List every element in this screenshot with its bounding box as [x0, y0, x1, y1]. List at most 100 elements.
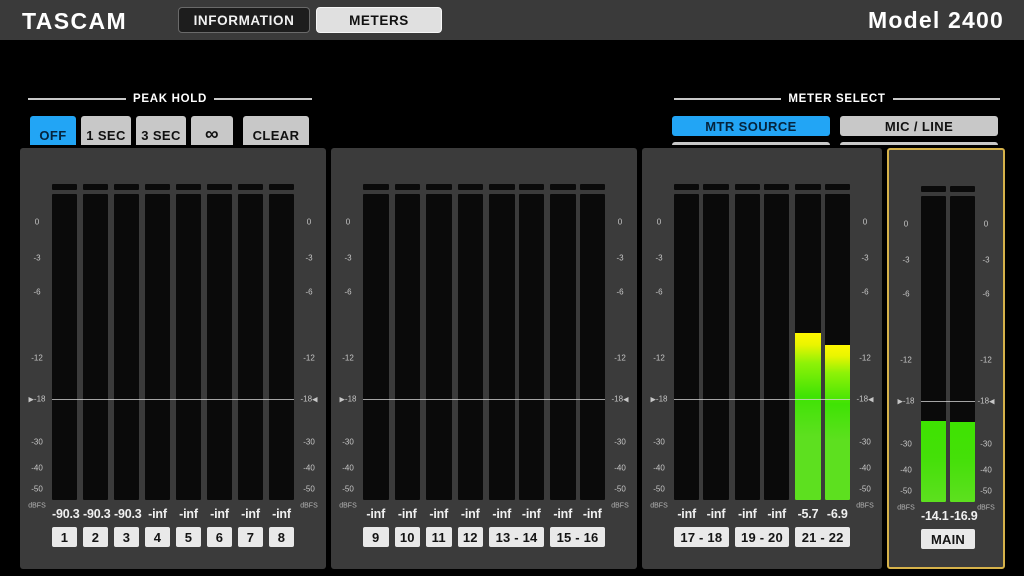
scale-tick-neg3: -3: [644, 254, 674, 263]
meter-value: -inf: [395, 507, 421, 521]
channel-button-4[interactable]: 4: [145, 527, 170, 547]
meter-over-segment: [207, 184, 232, 190]
meter-channel: [395, 184, 421, 500]
scale-tick-neg12: -12: [605, 353, 635, 362]
meter-over-segment: [519, 184, 545, 190]
scale-tick-neg18: -18◀: [971, 397, 1001, 406]
meter-over-segment: [674, 184, 699, 190]
scale-tick-0: 0: [644, 217, 674, 226]
channel-button-11[interactable]: 11: [426, 527, 452, 547]
meter-group: [52, 184, 77, 500]
scale-tick-neg50: -50: [294, 485, 324, 494]
scale-tick-neg6: -6: [971, 289, 1001, 298]
meter-track: [145, 194, 170, 500]
channel-button-main[interactable]: MAIN: [921, 529, 975, 549]
meter-values-row: -inf-inf-inf-inf-inf-inf-inf-inf: [363, 504, 605, 524]
meter-value: -inf: [550, 507, 576, 521]
meter-channel: [426, 184, 452, 500]
scale-tick-0: 0: [22, 217, 52, 226]
meter-over-segment: [145, 184, 170, 190]
scale-tick-neg40: -40: [850, 463, 880, 472]
meter-over-segment: [703, 184, 728, 190]
meter-track: [825, 194, 850, 500]
meter-fill: [921, 421, 946, 502]
channel-button-13-14[interactable]: 13 - 14: [489, 527, 544, 547]
channel-button-3[interactable]: 3: [114, 527, 139, 547]
tab-meters[interactable]: METERS: [316, 7, 442, 33]
meter-channel: [238, 184, 263, 500]
scale-tick-neg6: -6: [644, 287, 674, 296]
meter-track: [52, 194, 77, 500]
meter-channel: [458, 184, 484, 500]
channel-button-21-22[interactable]: 21 - 22: [795, 527, 850, 547]
scale-tick-neg30: -30: [644, 437, 674, 446]
scale-tick-neg12: -12: [644, 353, 674, 362]
meter-value: -90.3: [114, 507, 139, 521]
meter-value: -14.1: [921, 509, 946, 523]
meter-values-row: -90.3-90.3-90.3-inf-inf-inf-inf-inf: [52, 504, 294, 524]
scale-unit-label: dBFS: [605, 503, 635, 510]
channel-button-19-20[interactable]: 19 - 20: [735, 527, 790, 547]
channel-button-17-18[interactable]: 17 - 18: [674, 527, 729, 547]
channel-button-7[interactable]: 7: [238, 527, 263, 547]
meter-channel: [795, 184, 820, 500]
meter-over-segment: [83, 184, 108, 190]
scale-tick-neg30: -30: [333, 437, 363, 446]
meter-channel: [52, 184, 77, 500]
meter-value: -inf: [363, 507, 389, 521]
scale-tick-neg50: -50: [333, 485, 363, 494]
meter-channel: [825, 184, 850, 500]
meter-track: [114, 194, 139, 500]
channel-button-5[interactable]: 5: [176, 527, 201, 547]
tab-information[interactable]: INFORMATION: [178, 7, 310, 33]
meter-bars: [52, 184, 294, 500]
meter-value: -inf: [703, 507, 728, 521]
scale-tick-neg12: -12: [891, 355, 921, 364]
channel-button-15-16[interactable]: 15 - 16: [550, 527, 605, 547]
channel-button-8[interactable]: 8: [269, 527, 294, 547]
meter-track: [921, 196, 946, 502]
meter-group: [83, 184, 108, 500]
scale-tick-neg3: -3: [333, 254, 363, 263]
meter-values-row: -inf-inf-inf-inf-5.7-6.9: [674, 504, 850, 524]
meter-track: [550, 194, 576, 500]
meter-scale-right: 0-3-6-12-18◀-30-40-50dBFS: [605, 184, 635, 500]
channel-button-10[interactable]: 10: [395, 527, 421, 547]
meter-select-label-text: METER SELECT: [781, 93, 892, 105]
meter-fill: [950, 422, 975, 502]
scale-tick-neg18: ▶-18: [22, 395, 52, 404]
control-strip: PEAK HOLD OFF 1 SEC 3 SEC ∞ CLEAR METER …: [0, 40, 1024, 145]
meter-panel-9-16: 0-3-6-12▶-18-30-40-50dBFS 0-3-6-12-18◀-30…: [331, 148, 637, 569]
meter-channel: [921, 186, 946, 502]
channel-button-9[interactable]: 9: [363, 527, 389, 547]
meter-group: [921, 186, 975, 502]
meter-over-segment: [550, 184, 576, 190]
channel-button-12[interactable]: 12: [458, 527, 484, 547]
channel-button-2[interactable]: 2: [83, 527, 108, 547]
meter-value: -inf: [674, 507, 699, 521]
meter-scale-left: 0-3-6-12▶-18-30-40-50dBFS: [22, 184, 52, 500]
meter-value: -inf: [489, 507, 515, 521]
meter-select-mic-line-button[interactable]: MIC / LINE: [840, 116, 998, 136]
rule-right: [893, 98, 1000, 100]
scale-tick-neg40: -40: [22, 463, 52, 472]
meter-bars: [921, 186, 975, 502]
meter-over-segment: [921, 186, 946, 192]
meter-fill: [825, 345, 850, 500]
meter-over-segment: [825, 184, 850, 190]
meter-values-row: -14.1-16.9: [921, 506, 975, 526]
channel-button-1[interactable]: 1: [52, 527, 77, 547]
scale-unit-label: dBFS: [644, 503, 674, 510]
scale-tick-0: 0: [971, 219, 1001, 228]
scale-tick-neg40: -40: [605, 463, 635, 472]
meter-group: [269, 184, 294, 500]
meter-panel-main[interactable]: 0-3-6-12▶-18-30-40-50dBFS0-3-6-12-18◀-30…: [887, 148, 1005, 569]
meter-channel: [83, 184, 108, 500]
meter-value: -inf: [426, 507, 452, 521]
meter-select-mtr-source-button[interactable]: MTR SOURCE: [672, 116, 830, 136]
scale-tick-neg12: -12: [971, 355, 1001, 364]
meter-select-group-label: METER SELECT: [674, 93, 1000, 105]
channel-button-6[interactable]: 6: [207, 527, 232, 547]
meter-scale-left: 0-3-6-12▶-18-30-40-50dBFS: [333, 184, 363, 500]
meter-group: [207, 184, 232, 500]
